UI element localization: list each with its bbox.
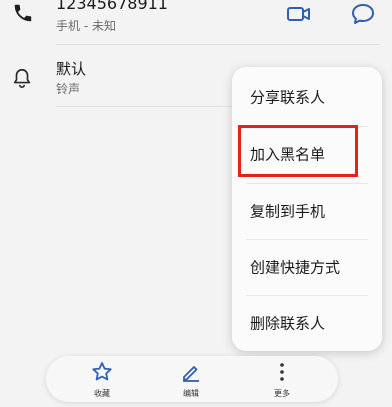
video-call-icon[interactable] — [286, 4, 312, 24]
menu-item-label: 复制到手机 — [250, 202, 326, 221]
edit-button[interactable]: 编辑 — [161, 356, 221, 402]
ringtone-subtitle: 铃声 — [56, 82, 81, 96]
divider — [56, 44, 380, 45]
overflow-menu: 分享联系人 加入黑名单 复制到手机 创建快捷方式 删除联系人 — [232, 67, 382, 351]
phone-type: 手机 - 未知 — [56, 19, 116, 33]
menu-item-copy-to-phone[interactable]: 复制到手机 — [232, 183, 382, 239]
menu-item-label: 分享联系人 — [250, 88, 326, 107]
favorite-label: 收藏 — [94, 389, 110, 398]
phone-row[interactable]: 12345678911 手机 - 未知 — [0, 0, 392, 40]
more-vertical-icon — [280, 363, 284, 381]
menu-item-share-contact[interactable]: 分享联系人 — [232, 69, 382, 125]
edit-label: 编辑 — [183, 389, 199, 398]
pencil-icon — [183, 366, 199, 382]
more-label: 更多 — [274, 389, 290, 398]
menu-item-delete-contact[interactable]: 删除联系人 — [232, 295, 382, 351]
star-icon — [92, 362, 112, 381]
message-icon[interactable] — [350, 2, 376, 26]
ringtone-title: 默认 — [56, 60, 87, 78]
highlight-box — [238, 125, 358, 177]
phone-icon — [14, 4, 32, 22]
favorite-button[interactable]: 收藏 — [72, 356, 132, 402]
bell-icon — [13, 68, 31, 88]
menu-item-create-shortcut[interactable]: 创建快捷方式 — [232, 239, 382, 295]
menu-item-label: 删除联系人 — [250, 314, 326, 333]
menu-item-label: 创建快捷方式 — [250, 258, 341, 277]
phone-number: 12345678911 — [56, 0, 168, 13]
more-button[interactable]: 更多 — [252, 356, 312, 402]
bottom-action-bar: 收藏 编辑 更多 — [46, 356, 338, 402]
